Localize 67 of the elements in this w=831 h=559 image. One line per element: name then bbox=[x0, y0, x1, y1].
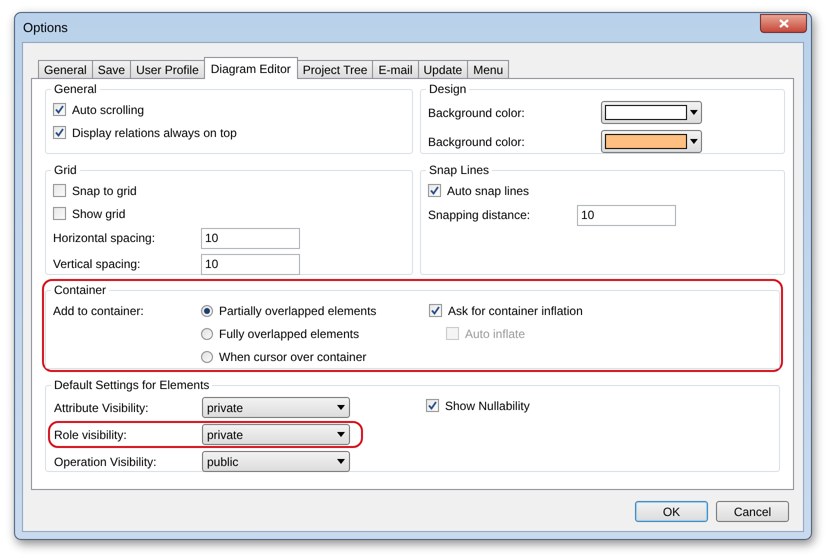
radio-button[interactable] bbox=[201, 350, 213, 362]
field-label: Background color: bbox=[428, 104, 526, 122]
tab[interactable]: General bbox=[38, 60, 93, 78]
tab[interactable]: Diagram Editor bbox=[204, 57, 298, 79]
close-button[interactable] bbox=[760, 14, 807, 32]
radio-label: Fully overlapped elements bbox=[219, 326, 360, 342]
checkbox-label: Auto snap lines bbox=[447, 182, 530, 200]
caret-icon bbox=[337, 405, 345, 410]
dialog-button[interactable]: Cancel bbox=[716, 501, 789, 522]
checkmark-icon bbox=[55, 128, 64, 137]
checkmark-icon bbox=[430, 186, 439, 195]
input-field[interactable]: 10 bbox=[201, 254, 300, 274]
checkmark-icon bbox=[428, 401, 437, 410]
caret-icon bbox=[690, 139, 698, 144]
checkbox[interactable] bbox=[428, 184, 441, 197]
field-label: Background color: bbox=[428, 134, 526, 150]
dropdown[interactable]: public bbox=[202, 451, 350, 472]
checkbox[interactable] bbox=[53, 103, 66, 116]
radio-label: When cursor over container bbox=[219, 348, 366, 366]
dialog-button[interactable]: OK bbox=[635, 501, 708, 522]
window-title: Options bbox=[23, 18, 68, 37]
group-title: General bbox=[53, 81, 98, 98]
field-label: Role visibility: bbox=[54, 426, 128, 444]
tab[interactable]: Menu bbox=[467, 60, 510, 78]
group-title: Default Settings for Elements bbox=[53, 377, 210, 394]
input-field[interactable]: 10 bbox=[577, 204, 676, 226]
caret-icon bbox=[690, 110, 698, 115]
close-icon bbox=[778, 18, 788, 28]
field-label: Add to container: bbox=[53, 302, 145, 320]
caret-icon bbox=[337, 459, 345, 464]
color-picker[interactable] bbox=[601, 130, 702, 153]
checkbox-label: Ask for container inflation bbox=[448, 302, 583, 320]
tab[interactable]: User Profile bbox=[130, 60, 205, 78]
radio-button[interactable] bbox=[201, 304, 213, 316]
field-label: Attribute Visibility: bbox=[54, 400, 150, 416]
dropdown[interactable]: private bbox=[202, 424, 350, 445]
radio-label: Partially overlapped elements bbox=[219, 302, 376, 320]
group-title: Design bbox=[428, 81, 468, 98]
checkbox-label: Auto inflate bbox=[465, 326, 526, 342]
checkbox-label: Auto scrolling bbox=[72, 102, 144, 118]
checkbox[interactable] bbox=[53, 184, 66, 197]
group-title: Grid bbox=[53, 162, 78, 179]
checkbox[interactable] bbox=[429, 304, 442, 317]
checkbox[interactable] bbox=[53, 126, 66, 139]
field-label: Horizontal spacing: bbox=[53, 230, 156, 247]
tab[interactable]: E-mail bbox=[372, 60, 418, 78]
checkbox-label: Snap to grid bbox=[72, 182, 137, 200]
group-title: Container bbox=[53, 282, 108, 299]
tab[interactable]: Update bbox=[418, 60, 468, 78]
field-label: Snapping distance: bbox=[428, 207, 532, 224]
checkbox-label: Show grid bbox=[72, 206, 126, 222]
color-picker[interactable] bbox=[601, 101, 702, 124]
field-label: Operation Visibility: bbox=[54, 454, 158, 470]
radio-button[interactable] bbox=[201, 328, 213, 340]
checkbox[interactable] bbox=[53, 207, 66, 220]
tab[interactable]: Project Tree bbox=[296, 60, 374, 78]
checkmark-icon bbox=[431, 306, 440, 315]
tab[interactable]: Save bbox=[92, 60, 132, 78]
caret-icon bbox=[337, 432, 345, 437]
checkbox-label: Show Nullability bbox=[445, 398, 530, 414]
checkmark-icon bbox=[55, 105, 64, 114]
field-label: Vertical spacing: bbox=[53, 256, 142, 273]
dropdown[interactable]: private bbox=[202, 397, 350, 418]
group-title: Snap Lines bbox=[428, 162, 490, 179]
input-field[interactable]: 10 bbox=[201, 228, 300, 248]
checkbox[interactable] bbox=[426, 399, 439, 412]
checkbox-label: Display relations always on top bbox=[72, 124, 237, 142]
